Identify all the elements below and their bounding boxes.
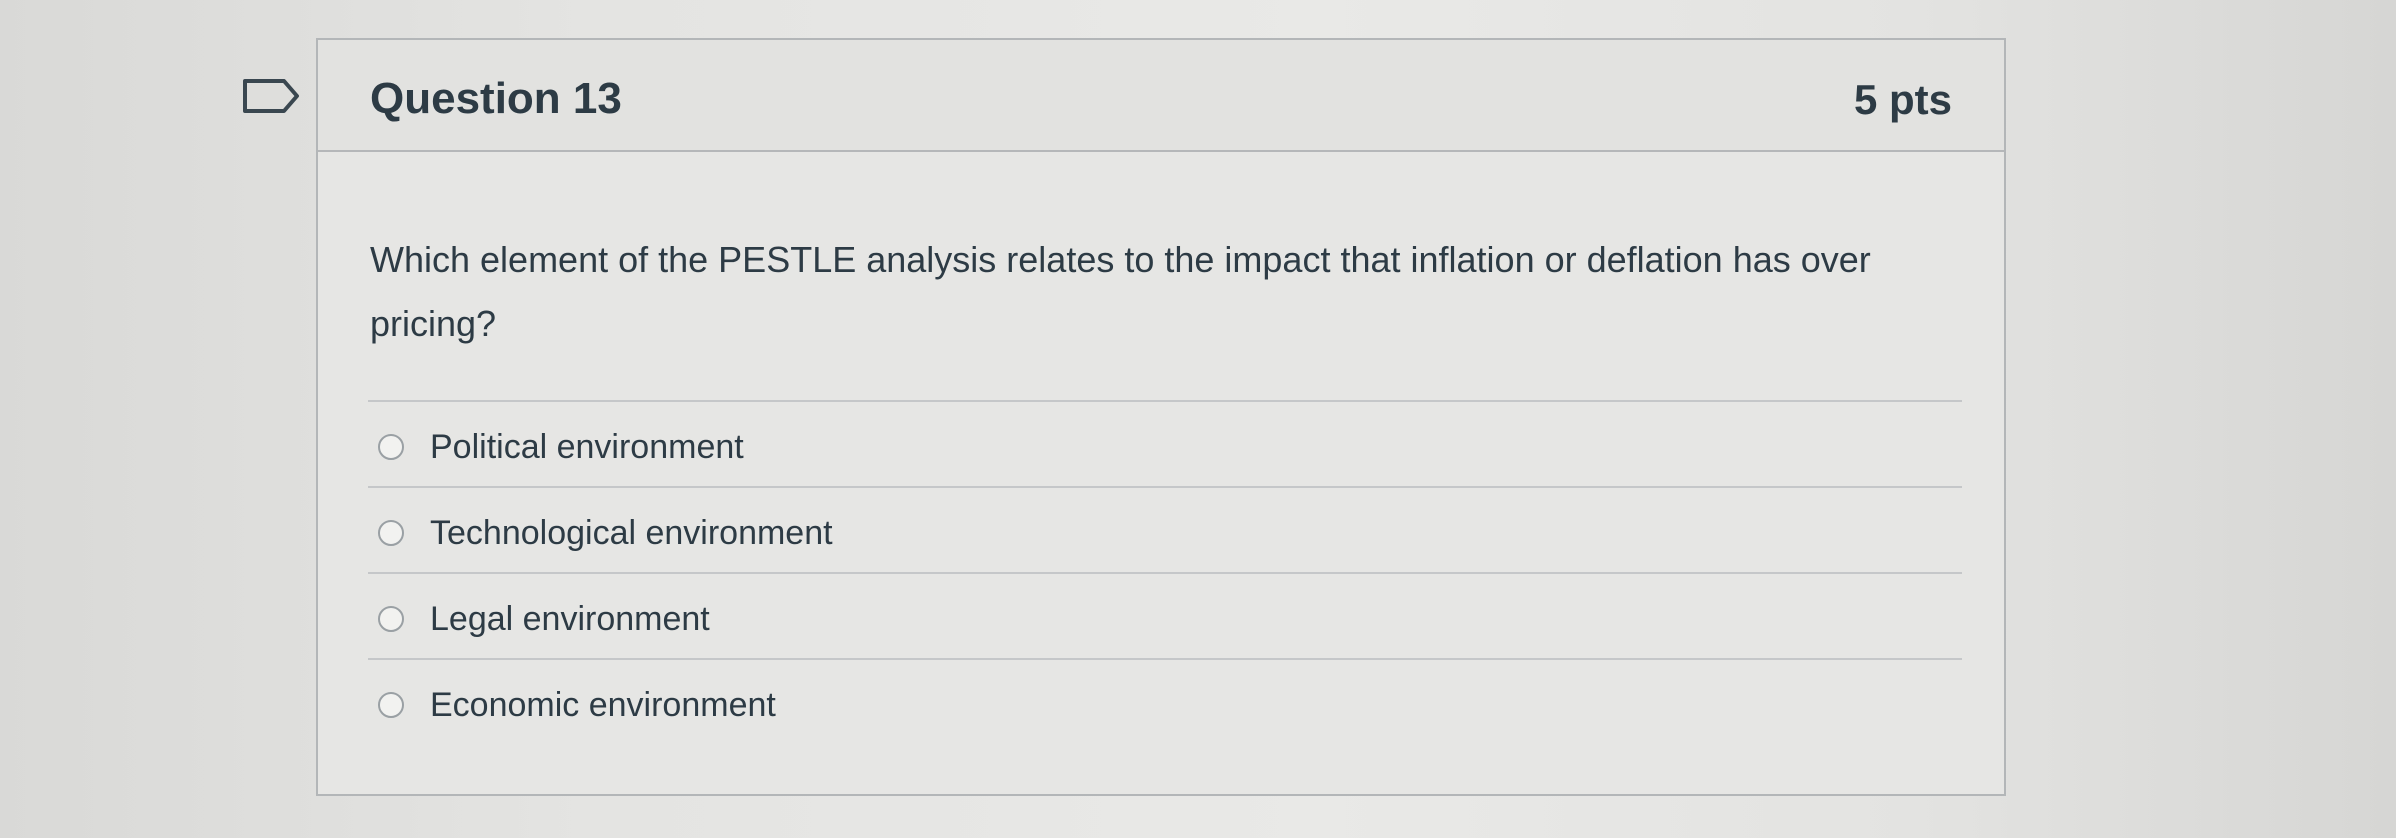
answer-option-technological[interactable]: Technological environment [368, 486, 1962, 572]
flag-question-icon[interactable] [242, 78, 300, 114]
answer-option-political[interactable]: Political environment [368, 400, 1962, 486]
question-header: Question 13 5 pts [318, 40, 2004, 152]
radio-button[interactable] [378, 434, 404, 460]
answer-option-legal[interactable]: Legal environment [368, 572, 1962, 658]
question-title: Question 13 [370, 74, 622, 123]
question-text: Which element of the PESTLE analysis rel… [370, 239, 1871, 344]
answer-label[interactable]: Technological environment [430, 514, 833, 553]
answer-label[interactable]: Political environment [430, 428, 744, 467]
answer-label[interactable]: Legal environment [430, 600, 710, 639]
answer-list: Political environment Technological envi… [368, 400, 1962, 744]
answer-label[interactable]: Economic environment [430, 686, 776, 725]
question-card: Question 13 5 pts Which element of the P… [316, 38, 2006, 796]
radio-button[interactable] [378, 606, 404, 632]
answer-option-economic[interactable]: Economic environment [368, 658, 1962, 744]
question-points: 5 pts [1853, 76, 1952, 123]
radio-button[interactable] [378, 520, 404, 546]
radio-button[interactable] [378, 692, 404, 718]
